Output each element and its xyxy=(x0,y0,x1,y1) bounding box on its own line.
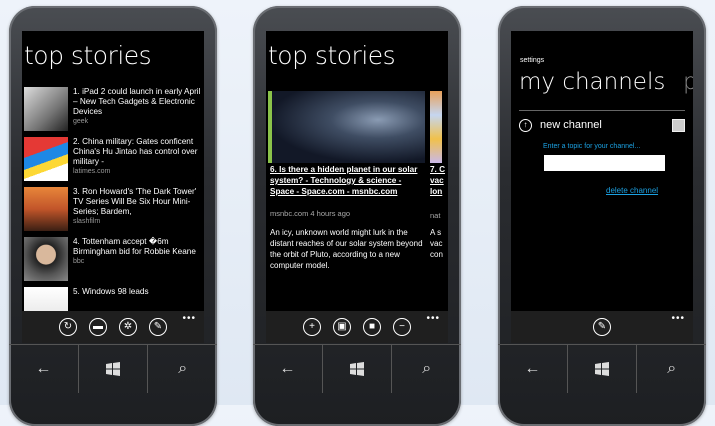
story-thumbnail xyxy=(24,187,68,231)
featured-story-title[interactable]: 6. Is there a hidden planet in our solar… xyxy=(270,164,422,197)
story-title: 4. Tottenham accept �6m Birmingham bid f… xyxy=(73,237,196,256)
back-arrow-icon: ← xyxy=(279,360,296,377)
back-button[interactable]: ← xyxy=(9,345,79,393)
next-pivot-title-peek[interactable]: pr xyxy=(683,69,693,95)
phone-1: top stories 1. iPad 2 could launch in ea… xyxy=(9,6,217,426)
story-source: geek xyxy=(73,118,89,125)
folder-icon[interactable]: ▬ xyxy=(89,318,107,336)
story-title: 5. Windows 98 leads xyxy=(73,287,149,296)
next-story-source-peek: nat xyxy=(430,211,441,220)
list-item[interactable]: 4. Tottenham accept �6m Birmingham bid f… xyxy=(24,237,202,285)
topic-input[interactable] xyxy=(544,155,665,171)
next-story-body-peek: A s vac con xyxy=(430,228,443,259)
start-button[interactable] xyxy=(568,345,638,393)
list-item[interactable]: 1. iPad 2 could launch in early April – … xyxy=(24,87,202,135)
story-source: bbc xyxy=(73,258,85,265)
story-title: 2. China military: Gates conficent China… xyxy=(73,137,198,166)
save-icon[interactable]: ▣ xyxy=(333,318,351,336)
windows-logo-icon xyxy=(350,362,364,376)
new-channel-row[interactable]: ↑ new channel xyxy=(519,117,685,133)
settings-icon[interactable]: ✲ xyxy=(119,318,137,336)
search-icon: ⌕ xyxy=(178,360,188,377)
windows-logo-icon xyxy=(595,362,609,376)
edit-icon[interactable]: ✎ xyxy=(593,318,611,336)
remove-icon[interactable]: − xyxy=(393,318,411,336)
new-channel-checkbox[interactable] xyxy=(672,118,685,132)
delete-channel-link[interactable]: delete channel xyxy=(606,186,658,195)
list-item[interactable]: 3. Ron Howard's 'The Dark Tower' TV Seri… xyxy=(24,187,202,235)
search-button[interactable]: ⌕ xyxy=(392,345,461,393)
add-icon[interactable]: + xyxy=(303,318,321,336)
featured-story-source: msnbc.com 4 hours ago xyxy=(270,209,351,218)
app-bar: ✎ ••• xyxy=(511,311,693,343)
settings-label: settings xyxy=(520,57,545,64)
windows-logo-icon xyxy=(106,362,120,376)
story-thumbnail xyxy=(24,237,68,281)
screen-my-channels: settings my channels pr ↑ new channel En… xyxy=(511,31,693,343)
featured-story-body: An icy, unknown world might lurk in the … xyxy=(270,228,423,270)
more-menu-button[interactable]: ••• xyxy=(426,313,440,324)
hardware-navbar: ← ⌕ xyxy=(498,344,706,393)
screen-top-stories-list: top stories 1. iPad 2 could launch in ea… xyxy=(22,31,204,343)
start-button[interactable] xyxy=(323,345,393,393)
featured-story-image[interactable] xyxy=(268,91,425,163)
story-title: 1. iPad 2 could launch in early April – … xyxy=(73,87,201,116)
page-title: top stories xyxy=(24,41,152,70)
divider xyxy=(519,110,685,111)
page-title: top stories xyxy=(268,41,396,70)
hardware-navbar: ← ⌕ xyxy=(9,344,217,393)
back-button[interactable]: ← xyxy=(498,345,568,393)
search-button[interactable]: ⌕ xyxy=(148,345,217,393)
accent-bar xyxy=(268,91,272,163)
phone-3: settings my channels pr ↑ new channel En… xyxy=(498,6,706,426)
new-channel-label: new channel xyxy=(540,119,602,131)
next-story-image-peek xyxy=(430,91,442,163)
more-menu-button[interactable]: ••• xyxy=(182,313,196,324)
list-item[interactable]: 2. China military: Gates conficent China… xyxy=(24,137,202,185)
search-icon: ⌕ xyxy=(422,360,432,377)
refresh-icon[interactable]: ↻ xyxy=(59,318,77,336)
back-arrow-icon: ← xyxy=(35,360,52,377)
back-button[interactable]: ← xyxy=(253,345,323,393)
story-thumbnail xyxy=(24,87,68,131)
story-source: slashfilm xyxy=(73,218,101,225)
story-thumbnail xyxy=(24,137,68,181)
start-button[interactable] xyxy=(79,345,149,393)
more-menu-button[interactable]: ••• xyxy=(671,313,685,324)
back-arrow-icon: ← xyxy=(524,360,541,377)
collapse-arrow-icon: ↑ xyxy=(519,118,532,132)
edit-icon[interactable]: ✎ xyxy=(149,318,167,336)
page-title: my channels xyxy=(519,69,666,95)
story-source: latimes.com xyxy=(73,168,111,175)
search-icon: ⌕ xyxy=(667,360,677,377)
app-bar: + ▣ ■ − ••• xyxy=(266,311,448,343)
hardware-navbar: ← ⌕ xyxy=(253,344,461,393)
phone-2: top stories 6. Is there a hidden planet … xyxy=(253,6,461,426)
next-story-title-peek: 7. C vac lon xyxy=(430,165,446,196)
search-button[interactable]: ⌕ xyxy=(637,345,706,393)
topic-hint: Enter a topic for your channel... xyxy=(543,143,641,150)
app-bar: ↻ ▬ ✲ ✎ ••• xyxy=(22,311,204,343)
screen-top-stories-detail: top stories 6. Is there a hidden planet … xyxy=(266,31,448,343)
story-title: 3. Ron Howard's 'The Dark Tower' TV Seri… xyxy=(73,187,197,216)
stop-icon[interactable]: ■ xyxy=(363,318,381,336)
